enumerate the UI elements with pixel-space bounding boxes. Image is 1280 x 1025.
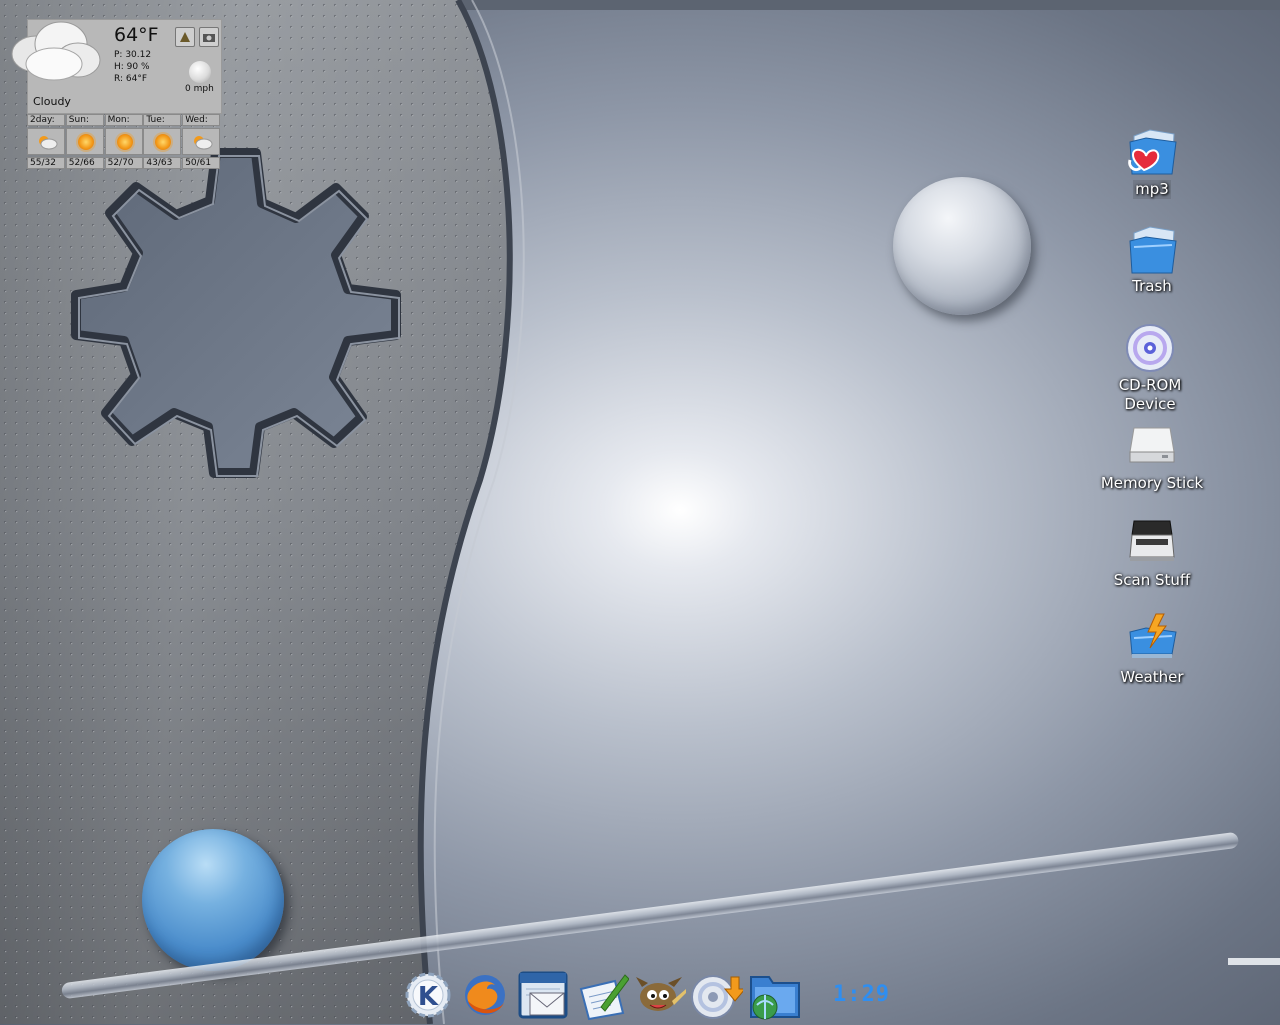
desktop-icon-label: Trash [1132, 277, 1172, 295]
forecast-day: 2day: 55/32 [27, 114, 65, 170]
desktop-icon-label: Memory Stick [1100, 474, 1204, 492]
folder-lightning-icon [1124, 612, 1180, 668]
radar-button[interactable] [175, 27, 195, 47]
gimp-icon [636, 977, 686, 1011]
desktop-icon-scan-stuff[interactable]: Scan Stuff [1092, 515, 1212, 590]
forecast-icon-cell [65, 128, 104, 155]
folder-heart-icon [1124, 124, 1180, 180]
sun-icon [77, 134, 94, 150]
firefox-launcher[interactable] [458, 967, 512, 1021]
cdrom-icon [1122, 320, 1178, 376]
desktop-icon-label: Weather [1120, 668, 1184, 686]
desktop-icon-label: CD-ROM Device [1118, 376, 1182, 413]
weather-condition: Cloudy [33, 95, 71, 108]
panel-handle[interactable] [1228, 958, 1280, 965]
kde-menu-icon: K [405, 972, 451, 1018]
desktop-icon-label: mp3 [1133, 180, 1171, 199]
current-temperature: 64°F [114, 24, 159, 46]
pressure-value: P: 30.12 [114, 50, 152, 60]
forecast-icon-cell [143, 128, 182, 155]
text-editor-icon [579, 974, 630, 1021]
desktop-icon-trash[interactable]: Trash [1092, 221, 1212, 296]
partly-cloudy-icon [39, 136, 58, 150]
scanner-icon [1124, 515, 1180, 571]
forecast-day-name: Tue: [143, 114, 182, 126]
forecast-temps: 55/32 [27, 157, 65, 169]
desktop-icon-label: Scan Stuff [1113, 571, 1191, 589]
realfeel-value: R: 64°F [114, 74, 147, 84]
weather-widget[interactable]: 64°F P: 30.12 H: 90 % R: 64°F 0 mph Clou… [11, 19, 222, 171]
forecast-day-name: 2day: [27, 114, 65, 126]
cd-burner-launcher[interactable] [689, 967, 747, 1021]
calendar-mail-icon [518, 971, 568, 1019]
forecast-day-name: Wed: [182, 114, 221, 126]
forecast-icon-cell [104, 128, 143, 155]
wind-speed: 0 mph [185, 84, 214, 94]
wind-icon [189, 61, 211, 83]
taskbar-clock[interactable]: 1:29 [833, 982, 890, 1007]
forecast-temps: 52/66 [65, 157, 104, 169]
forecast-icon-cell [27, 128, 65, 155]
radar-icon [180, 32, 190, 42]
camera-button[interactable] [199, 27, 219, 47]
forecast-row: 2day: 55/32 Sun: 52/66 Mon: 52/70 Tue: 4… [27, 114, 221, 170]
text-editor-launcher[interactable] [575, 967, 630, 1021]
cloud-icon [11, 21, 101, 81]
blue-sphere-decoration [142, 829, 284, 971]
forecast-day-name: Mon: [104, 114, 143, 126]
camera-icon [203, 34, 215, 42]
folder-icon [1124, 221, 1180, 277]
forecast-temps: 52/70 [104, 157, 143, 169]
silver-sphere-decoration [893, 177, 1031, 315]
weather-current-panel: 64°F P: 30.12 H: 90 % R: 64°F 0 mph Clou… [11, 19, 222, 114]
forecast-day: Sun: 52/66 [65, 114, 104, 170]
desktop-icon-memory-stick[interactable]: Memory Stick [1092, 418, 1212, 493]
svg-text:K: K [418, 982, 439, 1012]
forecast-day: Wed: 50/61 [182, 114, 221, 170]
file-manager-launcher[interactable] [747, 967, 801, 1021]
forecast-temps: 50/61 [182, 157, 221, 169]
forecast-day: Mon: 52/70 [104, 114, 143, 170]
drive-icon [1124, 418, 1180, 474]
forecast-day-name: Sun: [65, 114, 104, 126]
sun-icon [116, 134, 133, 150]
gimp-launcher[interactable] [632, 967, 686, 1021]
forecast-day: Tue: 43/63 [143, 114, 182, 170]
humidity-value: H: 90 % [114, 62, 150, 72]
forecast-temps: 43/63 [143, 157, 182, 169]
kde-menu-button[interactable]: K [401, 967, 455, 1021]
partly-cloudy-icon [194, 136, 213, 150]
calendar-mail-launcher[interactable] [516, 967, 570, 1021]
cd-burner-icon [691, 975, 747, 1019]
desktop-icon-weather[interactable]: Weather [1092, 612, 1212, 687]
sun-icon [155, 134, 172, 150]
forecast-icon-cell [182, 128, 221, 155]
weather-stats: P: 30.12 H: 90 % R: 64°F [114, 49, 151, 85]
file-manager-icon [750, 976, 800, 1020]
desktop-icon-cdrom[interactable]: CD-ROM Device [1090, 320, 1210, 414]
firefox-icon [465, 975, 505, 1015]
desktop-icon-mp3[interactable]: mp3 [1092, 124, 1212, 199]
